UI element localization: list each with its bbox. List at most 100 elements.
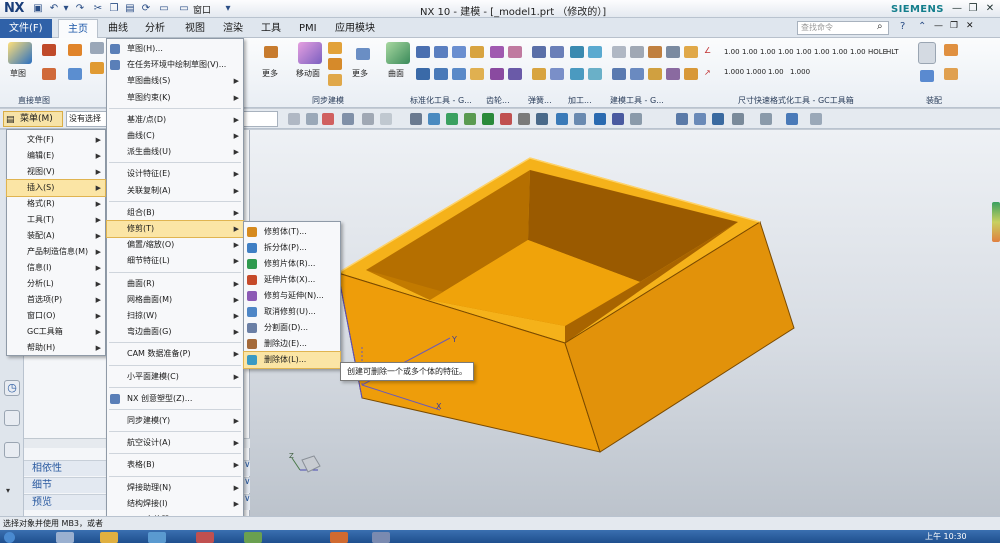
main-menu-item-2[interactable]: 视图(V) ▶ (7, 164, 105, 180)
taskbar-app-icon-3[interactable] (148, 532, 166, 543)
insert-menu-item-13[interactable]: 曲面(R) ▶ (107, 276, 243, 292)
dim-value-8[interactable]: 1.00 (850, 48, 866, 56)
dim-tool-icon-2[interactable] (684, 68, 698, 80)
sketch-extra2-icon[interactable] (90, 62, 104, 74)
toolbar-options-icon[interactable] (810, 113, 822, 125)
taskbar-app-icon-5[interactable] (244, 532, 262, 543)
std-tool-icon-2[interactable] (434, 46, 448, 58)
lasso-icon[interactable] (380, 113, 392, 125)
restore-icon[interactable]: ❐ (966, 2, 980, 16)
selection-scope-select[interactable] (240, 111, 278, 127)
more-label-2[interactable]: 更多 (352, 68, 368, 79)
command-search-input[interactable]: 查找命令 (797, 21, 889, 35)
sync-tool-icon-2[interactable] (328, 58, 342, 70)
snap-point-icon[interactable] (410, 113, 422, 125)
rectangle-icon[interactable] (42, 68, 56, 80)
model-tool-icon-7[interactable] (648, 68, 662, 80)
paste-icon[interactable]: ▤ (124, 3, 136, 15)
model-tool-icon-4[interactable] (666, 46, 680, 58)
rendering-color-bar[interactable] (992, 202, 1000, 242)
dim-value-4[interactable]: 1.00 (778, 48, 794, 56)
insert-menu-item-4[interactable]: 基准/点(D) ▶ (107, 112, 243, 128)
insert-menu-item-3[interactable]: 草图约束(K) ▶ (107, 90, 243, 106)
snap-line-icon[interactable] (612, 113, 624, 125)
taskbar-app-icon-4[interactable] (196, 532, 214, 543)
cut-icon[interactable]: ✂ (92, 3, 104, 15)
touch-mode-icon[interactable]: ▭ (158, 3, 170, 15)
more-label-1[interactable]: 更多 (262, 68, 278, 79)
model-tool-triangle-icon[interactable] (612, 46, 626, 58)
reuse-library-icon[interactable] (4, 442, 20, 458)
insert-menu-item-5[interactable]: 曲线(C) ▶ (107, 128, 243, 144)
machining-tool-icon-3[interactable] (588, 46, 602, 58)
sync-tool-icon-3[interactable] (328, 74, 342, 86)
insert-menu-item-6[interactable]: 派生曲线(U) ▶ (107, 144, 243, 160)
zoom-icon[interactable] (694, 113, 706, 125)
view-orient-icon[interactable] (760, 113, 772, 125)
doc-close-icon[interactable]: ✕ (966, 21, 974, 31)
spring-tool-icon-3[interactable] (550, 46, 564, 58)
tab-curve[interactable]: 曲线 (99, 19, 137, 38)
snap-tangent-icon[interactable] (518, 113, 530, 125)
dim-value-5[interactable]: 1.00 (796, 48, 812, 56)
trim-menu-item-8[interactable]: 删除体(L)... (243, 351, 341, 369)
insert-menu-item-10[interactable]: 修剪(T) ▶ (106, 220, 244, 238)
sync-tool-icon-1[interactable] (328, 42, 342, 54)
trim-menu-item-2[interactable]: 修剪片体(R)... (244, 256, 340, 272)
undo-icon[interactable]: ↶ (48, 3, 60, 15)
doc-minimize-icon[interactable]: — (934, 21, 943, 31)
main-menu-item-10[interactable]: 首选项(P) ▶ (7, 292, 105, 308)
tab-home[interactable]: 主页 (58, 19, 98, 38)
dim-value-2[interactable]: 1.00 (742, 48, 758, 56)
main-menu-item-13[interactable]: 帮助(H) ▶ (7, 340, 105, 356)
role-icon[interactable] (4, 410, 20, 426)
insert-menu-item-17[interactable]: CAM 数据准备(P) ▶ (107, 346, 243, 362)
filter-tool-icon[interactable] (306, 113, 318, 125)
tab-pmi[interactable]: PMI (290, 19, 326, 38)
insert-menu-item-18[interactable]: 小平面建模(C) ▶ (107, 369, 243, 385)
insert-menu-item-11[interactable]: 偏置/缩放(O) ▶ (107, 237, 243, 253)
window-menu-label[interactable]: 窗口 (193, 3, 211, 16)
main-menu-item-4[interactable]: 格式(R) ▶ (7, 196, 105, 212)
taskbar-app-icon-6[interactable] (372, 532, 390, 543)
insert-menu-item-7[interactable]: 设计特征(E) ▶ (107, 166, 243, 182)
dim-tool-icon[interactable] (684, 46, 698, 58)
std-tool-icon-1[interactable] (416, 46, 430, 58)
main-menu-item-5[interactable]: 工具(T) ▶ (7, 212, 105, 228)
gear-tool-icon-2[interactable] (490, 68, 504, 80)
trim-menu-item-3[interactable]: 延伸片体(X)... (244, 272, 340, 288)
ribbon-collapse-icon[interactable]: ⌃ (918, 21, 926, 32)
insert-menu-item-1[interactable]: 在任务环境中绘制草图(V)... (107, 57, 243, 73)
snap-end-icon[interactable] (428, 113, 440, 125)
repeat-command-icon[interactable]: ⟳ (140, 3, 152, 15)
spline-icon[interactable] (42, 44, 56, 56)
dim-value-9[interactable]: HOLE (868, 48, 887, 56)
snap-intersection-icon[interactable] (482, 113, 494, 125)
minimize-icon[interactable]: — (950, 2, 964, 16)
move-face-icon[interactable] (298, 42, 322, 64)
gear-tool-icon-3[interactable] (508, 46, 522, 58)
render-style-icon[interactable] (732, 113, 744, 125)
more-icon-2[interactable] (356, 48, 370, 60)
model-tool-square-icon[interactable] (630, 46, 644, 58)
assembly-tool-icon[interactable] (944, 44, 958, 56)
main-menu-item-11[interactable]: 窗口(O) ▶ (7, 308, 105, 324)
taskbar-app-icon-2[interactable] (100, 532, 118, 543)
menu-button[interactable]: ▤ 菜单(M) (3, 111, 63, 127)
dim-value-14[interactable]: 1.000 (790, 68, 810, 76)
dim-value-13[interactable]: 1.00 (768, 68, 784, 76)
insert-menu-item-24[interactable]: 结构焊接(I) ▶ (107, 496, 243, 512)
taskbar-app-icon-1[interactable] (56, 532, 74, 543)
snap-more-icon[interactable] (630, 113, 642, 125)
nav-expand-icon-1[interactable]: ∨ (244, 460, 251, 470)
dim-tool-icon-3[interactable]: ∠ (704, 46, 711, 55)
insert-menu-item-0[interactable]: 草图(H)... (107, 41, 243, 57)
tab-analysis[interactable]: 分析 (136, 19, 174, 38)
sketch-tool-icon[interactable] (68, 44, 82, 56)
main-menu-item-9[interactable]: 分析(L) ▶ (7, 276, 105, 292)
model-tool-icon-3[interactable] (648, 46, 662, 58)
std-tool-icon-3[interactable] (452, 46, 466, 58)
insert-menu-item-20[interactable]: 同步建模(Y) ▶ (107, 413, 243, 429)
sketch-dropdown-icon[interactable] (68, 68, 82, 80)
main-menu-item-6[interactable]: 装配(A) ▶ (7, 228, 105, 244)
